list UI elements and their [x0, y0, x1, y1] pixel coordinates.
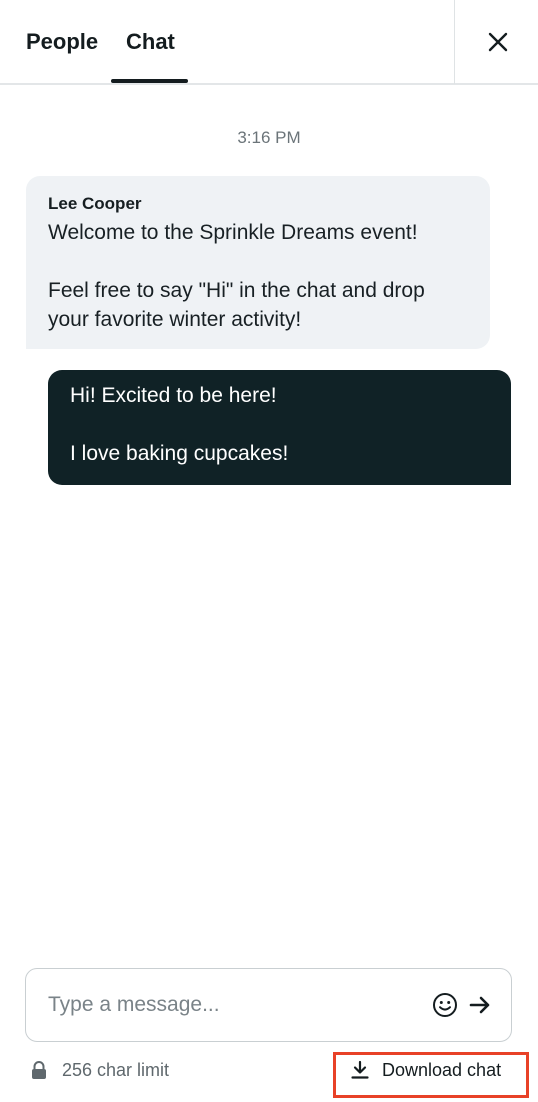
message-text: Hi! Excited to be here! I love baking cu… [70, 384, 289, 465]
download-chat-button[interactable]: Download chat [350, 1056, 501, 1084]
message-sender: Lee Cooper [48, 194, 142, 213]
panel-header: People Chat [0, 0, 538, 85]
emoji-button[interactable] [431, 991, 459, 1019]
close-button[interactable] [478, 22, 518, 62]
arrow-right-icon [469, 996, 490, 1014]
message-timestamp: 3:16 PM [237, 128, 301, 147]
lock-icon [30, 1060, 48, 1080]
tab-people[interactable]: People [26, 0, 98, 84]
smiley-icon [433, 993, 457, 1017]
close-icon [488, 32, 508, 52]
message-text: Welcome to the Sprinkle Dreams event! Fe… [48, 221, 425, 331]
send-button[interactable] [467, 991, 493, 1019]
char-limit-label: 256 char limit [62, 1059, 170, 1080]
incoming-message: Lee Cooper Welcome to the Sprinkle Dream… [26, 176, 490, 349]
download-chat-label: Download chat [382, 1059, 502, 1080]
download-icon [350, 1060, 370, 1080]
tab-chat[interactable]: Chat [126, 0, 175, 84]
header-divider [454, 0, 455, 84]
outgoing-message: Hi! Excited to be here! I love baking cu… [48, 370, 511, 485]
message-composer [25, 968, 512, 1042]
message-input[interactable] [48, 993, 423, 1017]
active-tab-indicator [111, 79, 188, 83]
char-limit-indicator: 256 char limit [30, 1057, 169, 1083]
